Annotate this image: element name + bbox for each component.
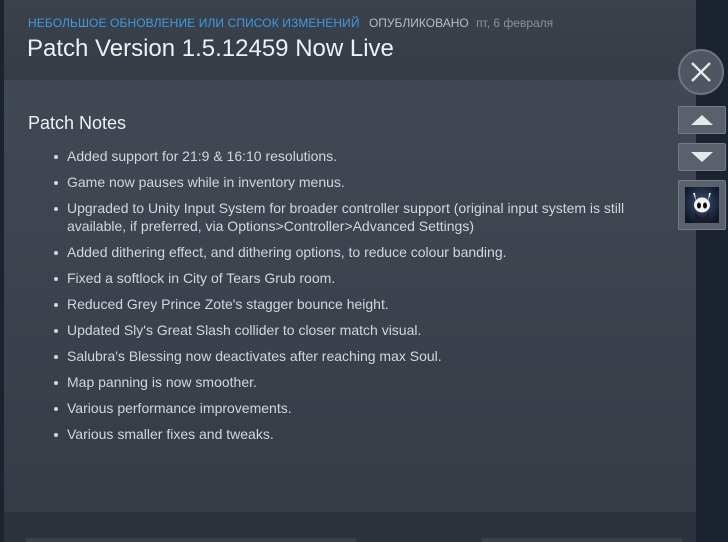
list-item: Various smaller fixes and tweaks. [28, 425, 638, 443]
triangle-up-icon [691, 115, 713, 125]
list-item: Reduced Grey Prince Zote's stagger bounc… [28, 295, 638, 313]
game-knight-icon [685, 187, 719, 223]
category-label[interactable]: НЕБОЛЬШОЕ ОБНОВЛЕНИЕ ИЛИ СПИСОК ИЗМЕНЕНИ… [28, 16, 360, 30]
announcement-header: НЕБОЛЬШОЕ ОБНОВЛЕНИЕ ИЛИ СПИСОК ИЗМЕНЕНИ… [4, 0, 696, 80]
list-item: Map panning is now smoother. [28, 373, 638, 391]
list-item: Game now pauses while in inventory menus… [28, 173, 638, 191]
triangle-down-icon [691, 152, 713, 162]
list-item: Fixed a softlock in City of Tears Grub r… [28, 269, 638, 287]
game-thumbnail[interactable] [678, 180, 726, 230]
footer-divider-left [26, 538, 356, 542]
published-label: ОПУБЛИКОВАНО [368, 16, 469, 30]
patch-notes-heading: Patch Notes [28, 113, 127, 133]
list-item: Upgraded to Unity Input System for broad… [28, 199, 638, 235]
patch-notes-list: Added support for 21:9 & 16:10 resolutio… [28, 147, 638, 451]
list-item: Salubra's Blessing now deactivates after… [28, 347, 638, 365]
footer-strip [4, 512, 696, 542]
announcement-body: Patch Notes Added support for 21:9 & 16:… [4, 80, 696, 512]
event-overlay: НЕБОЛЬШОЕ ОБНОВЛЕНИЕ ИЛИ СПИСОК ИЗМЕНЕНИ… [0, 0, 728, 542]
next-event-button[interactable] [678, 143, 726, 171]
list-item: Added support for 21:9 & 16:10 resolutio… [28, 147, 638, 165]
footer-divider-right [482, 538, 682, 542]
close-x-icon [691, 62, 711, 82]
list-item: Updated Sly's Great Slash collider to cl… [28, 321, 638, 339]
list-item: Added dithering effect, and dithering op… [28, 243, 638, 261]
publish-date: пт, 6 февраля [476, 16, 554, 30]
announcement-meta: НЕБОЛЬШОЕ ОБНОВЛЕНИЕ ИЛИ СПИСОК ИЗМЕНЕНИ… [28, 16, 553, 30]
close-button[interactable] [678, 49, 724, 95]
list-item: Various performance improvements. [28, 399, 638, 417]
announcement-panel: НЕБОЛЬШОЕ ОБНОВЛЕНИЕ ИЛИ СПИСОК ИЗМЕНЕНИ… [4, 0, 696, 542]
page-title: Patch Version 1.5.12459 Now Live [27, 35, 394, 62]
previous-event-button[interactable] [678, 106, 726, 134]
